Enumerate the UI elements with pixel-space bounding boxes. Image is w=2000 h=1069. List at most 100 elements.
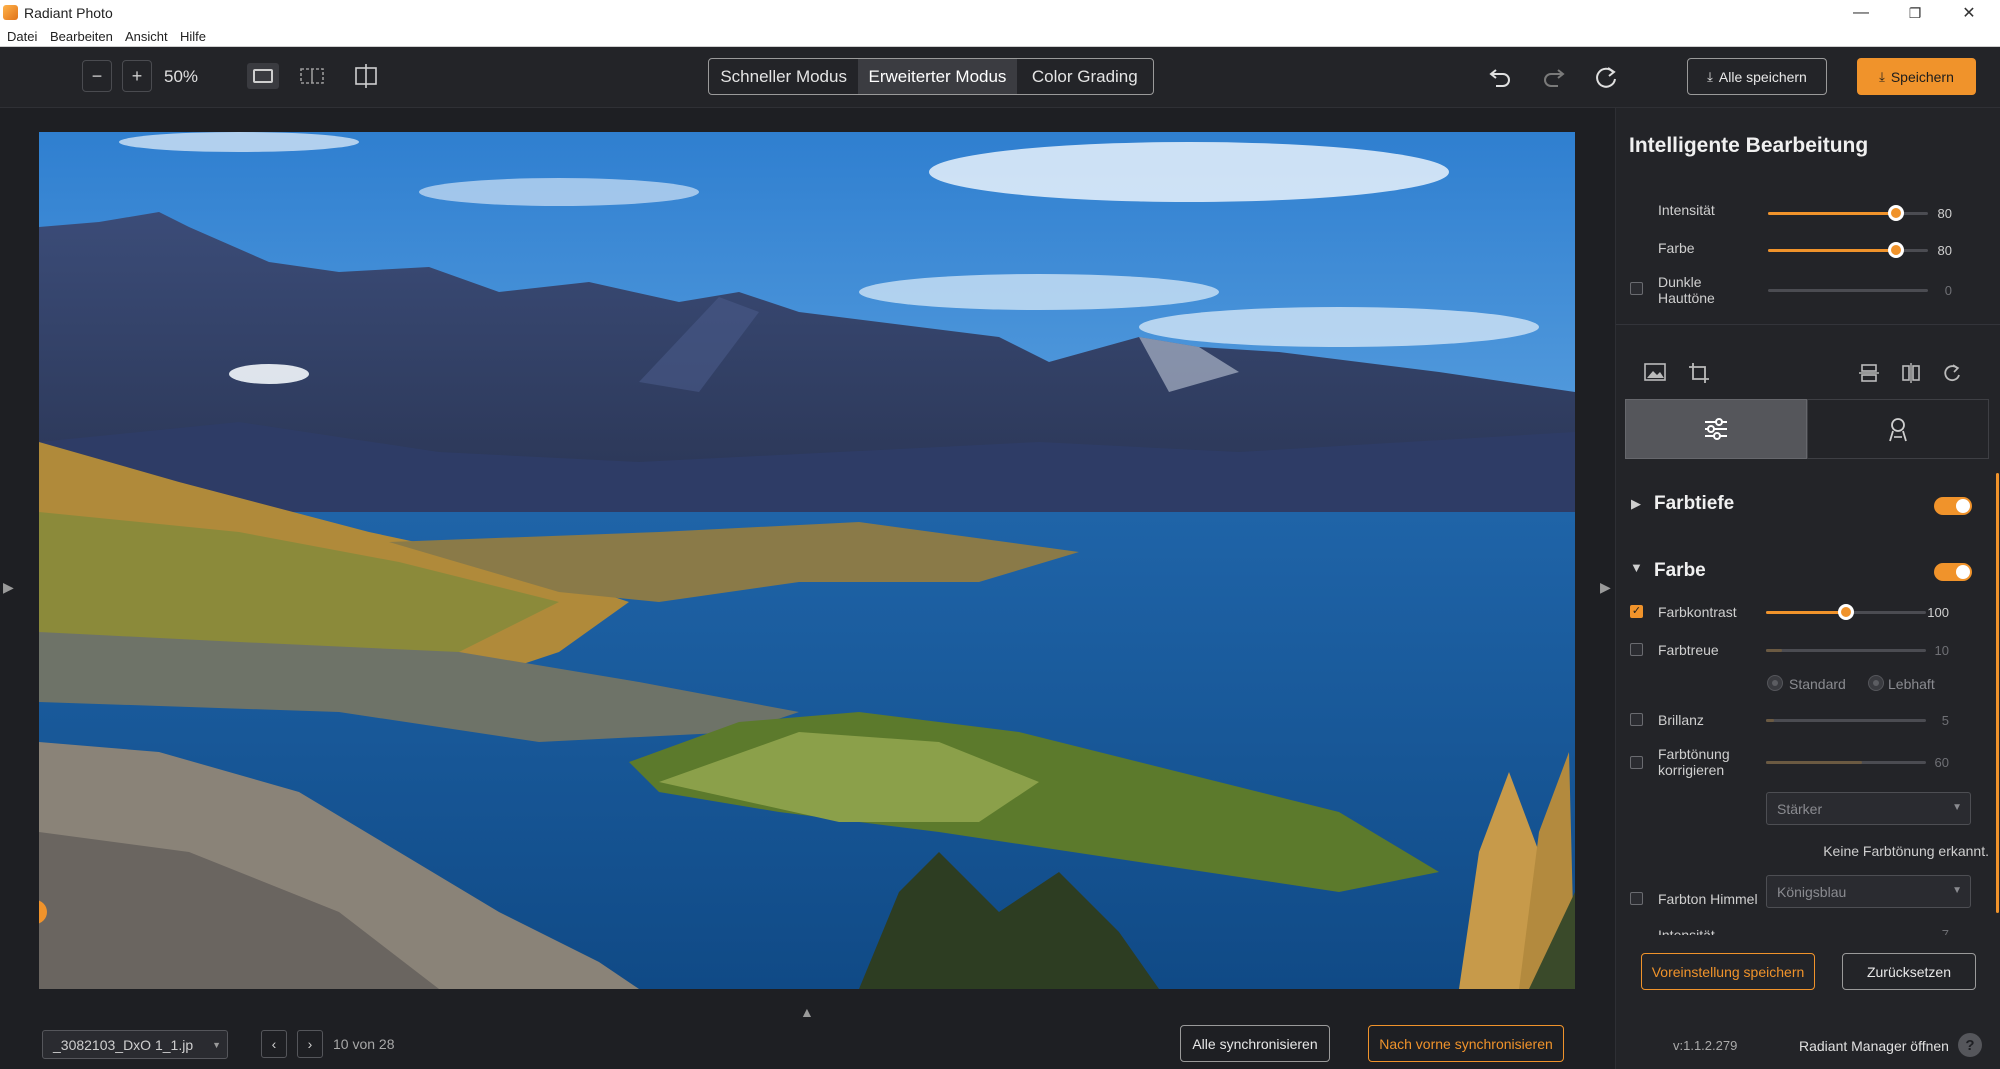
slider-knob[interactable] bbox=[1888, 205, 1904, 221]
radio-lebhaft-label: Lebhaft bbox=[1888, 676, 1935, 692]
slider-fill bbox=[1766, 761, 1862, 764]
manager-link[interactable]: Radiant Manager öffnen bbox=[1799, 1038, 1949, 1054]
farbtoenung-checkbox[interactable] bbox=[1630, 756, 1643, 769]
radio-lebhaft[interactable] bbox=[1868, 675, 1884, 691]
reset-rotate-icon[interactable] bbox=[1593, 64, 1619, 95]
save-all-button[interactable]: ⤓ Alle speichern bbox=[1687, 58, 1827, 95]
slider-fill bbox=[1768, 212, 1896, 215]
scrollbar[interactable] bbox=[1996, 473, 1999, 913]
next-image-button[interactable]: › bbox=[297, 1030, 323, 1058]
mode-switcher: Schneller Modus Erweiterter Modus Color … bbox=[708, 58, 1154, 95]
sync-all-button[interactable]: Alle synchronisieren bbox=[1180, 1025, 1330, 1062]
sync-forward-button[interactable]: Nach vorne synchronisieren bbox=[1368, 1025, 1564, 1062]
app-icon bbox=[3, 5, 18, 20]
himmel-select-value: Königsblau bbox=[1777, 883, 1847, 900]
undo-icon[interactable] bbox=[1488, 64, 1514, 93]
farbkontrast-slider[interactable] bbox=[1766, 604, 1926, 620]
slider-fill bbox=[1766, 611, 1846, 614]
compare-view-icon[interactable] bbox=[352, 63, 380, 89]
farbton-himmel-checkbox[interactable] bbox=[1630, 892, 1643, 905]
farbkontrast-label: Farbkontrast bbox=[1658, 604, 1737, 620]
dark-skin-label: Dunkle Hauttöne bbox=[1658, 274, 1715, 306]
farbe-toggle[interactable] bbox=[1934, 563, 1972, 581]
slider-knob[interactable] bbox=[1838, 604, 1854, 620]
menu-datei[interactable]: Datei bbox=[7, 29, 37, 44]
brillanz-checkbox[interactable] bbox=[1630, 713, 1643, 726]
left-panel-toggle-icon[interactable]: ▶ bbox=[3, 579, 14, 596]
clipped-row: Intensität 7 bbox=[1616, 923, 1986, 935]
close-button[interactable]: ✕ bbox=[1946, 0, 1992, 26]
title-bar: Radiant Photo — ❐ ✕ bbox=[0, 0, 2000, 26]
smart-edit-title: Intelligente Bearbeitung bbox=[1629, 134, 1869, 157]
staerker-select-value: Stärker bbox=[1777, 800, 1823, 817]
farbkontrast-checkbox[interactable]: ✓ bbox=[1630, 605, 1643, 618]
canvas-area: ▶ ▶ ▲ _3082103_DxO 1_1.jp ▼ ‹ › 10 von 2… bbox=[0, 108, 1615, 1069]
save-button[interactable]: ⤓ Speichern bbox=[1857, 58, 1976, 95]
brillanz-label: Brillanz bbox=[1658, 712, 1704, 728]
dark-skin-checkbox[interactable] bbox=[1630, 282, 1643, 295]
photo-preview[interactable] bbox=[39, 132, 1575, 989]
toolbar: − + 50% Schneller Modus Erweiterter Modu… bbox=[0, 47, 2000, 108]
maximize-button[interactable]: ❐ bbox=[1892, 0, 1938, 26]
farbtoenung-slider[interactable] bbox=[1766, 761, 1926, 764]
himmel-select[interactable]: Königsblau ▼ bbox=[1766, 875, 1971, 908]
section-farbtiefe[interactable]: Farbtiefe bbox=[1654, 493, 1734, 515]
flip-vertical-icon[interactable] bbox=[1859, 363, 1879, 388]
file-select[interactable]: _3082103_DxO 1_1.jp ▼ bbox=[42, 1030, 228, 1059]
right-panel-toggle-icon[interactable]: ▶ bbox=[1600, 579, 1611, 596]
version-label: v:1.1.2.279 bbox=[1673, 1038, 1738, 1053]
dark-skin-slider[interactable] bbox=[1768, 289, 1928, 292]
slider-fill bbox=[1768, 249, 1896, 252]
download-icon: ⤓ bbox=[1707, 68, 1713, 84]
reset-button[interactable]: Zurücksetzen bbox=[1842, 953, 1976, 990]
farbtiefe-toggle[interactable] bbox=[1934, 497, 1972, 515]
tab-color-grading[interactable]: Color Grading bbox=[1017, 59, 1153, 94]
intensity-value: 80 bbox=[1937, 206, 1952, 221]
intensity-slider[interactable] bbox=[1768, 205, 1928, 221]
slider-fill bbox=[1766, 719, 1774, 722]
tab-adjustments[interactable] bbox=[1625, 399, 1807, 459]
crop-icon[interactable] bbox=[1688, 362, 1710, 389]
tab-schneller-modus[interactable]: Schneller Modus bbox=[709, 59, 858, 94]
rotate-icon[interactable] bbox=[1942, 363, 1962, 388]
single-view-icon[interactable] bbox=[247, 63, 279, 89]
image-icon[interactable] bbox=[1644, 363, 1666, 386]
filmstrip-toggle-icon[interactable]: ▲ bbox=[800, 1004, 814, 1020]
zoom-out-button[interactable]: − bbox=[82, 60, 112, 92]
chevron-down-icon: ▼ bbox=[1952, 885, 1962, 896]
save-preset-button[interactable]: Voreinstellung speichern bbox=[1641, 953, 1815, 990]
window-title: Radiant Photo bbox=[24, 5, 113, 21]
minimize-button[interactable]: — bbox=[1838, 0, 1884, 26]
farbtreue-slider[interactable] bbox=[1766, 649, 1926, 652]
farbtreue-checkbox[interactable] bbox=[1630, 643, 1643, 656]
farbtreue-value: 10 bbox=[1934, 643, 1949, 658]
prev-image-button[interactable]: ‹ bbox=[261, 1030, 287, 1058]
staerker-select[interactable]: Stärker ▼ bbox=[1766, 792, 1971, 825]
redo-icon[interactable] bbox=[1540, 64, 1566, 93]
dark-skin-value: 0 bbox=[1944, 283, 1952, 298]
portrait-icon bbox=[1889, 418, 1907, 442]
help-icon[interactable]: ? bbox=[1958, 1033, 1982, 1057]
farbe-smart-slider[interactable] bbox=[1768, 242, 1928, 258]
save-all-label: Alle speichern bbox=[1718, 68, 1807, 85]
file-name: _3082103_DxO 1_1.jp bbox=[53, 1036, 194, 1053]
save-label: Speichern bbox=[1890, 68, 1954, 85]
menu-ansicht[interactable]: Ansicht bbox=[125, 29, 168, 44]
radio-standard[interactable] bbox=[1767, 675, 1783, 691]
intensity-label: Intensität bbox=[1658, 202, 1715, 218]
sliders-icon bbox=[1705, 418, 1727, 440]
farbe-smart-value: 80 bbox=[1937, 243, 1952, 258]
split-view-icon[interactable] bbox=[298, 67, 326, 85]
collapse-arrow-icon[interactable]: ▼ bbox=[1630, 560, 1643, 575]
zoom-in-button[interactable]: + bbox=[122, 60, 152, 92]
expand-arrow-icon[interactable]: ▶ bbox=[1631, 496, 1641, 512]
flip-horizontal-icon[interactable] bbox=[1901, 363, 1921, 388]
tab-erweiterter-modus[interactable]: Erweiterter Modus bbox=[858, 59, 1017, 94]
brillanz-slider[interactable] bbox=[1766, 719, 1926, 722]
slider-knob[interactable] bbox=[1888, 242, 1904, 258]
menu-hilfe[interactable]: Hilfe bbox=[180, 29, 206, 44]
section-farbe[interactable]: Farbe bbox=[1654, 560, 1706, 582]
brillanz-value: 5 bbox=[1941, 713, 1949, 728]
menu-bearbeiten[interactable]: Bearbeiten bbox=[50, 29, 113, 44]
tab-portrait[interactable] bbox=[1807, 399, 1989, 459]
